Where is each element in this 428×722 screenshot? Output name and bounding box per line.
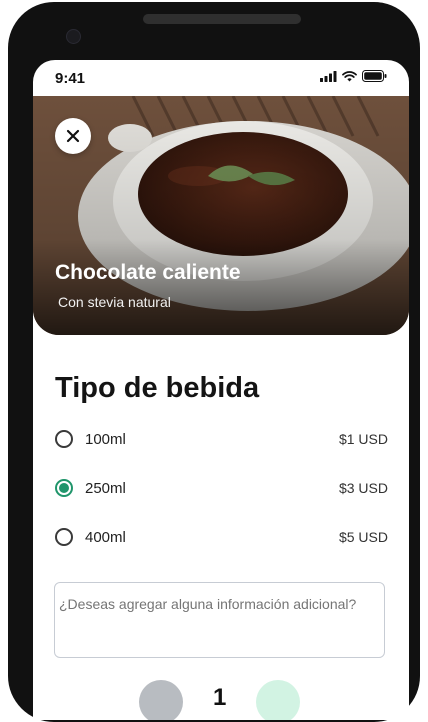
- radio-button[interactable]: [55, 430, 73, 448]
- option-price: $5 USD: [338, 529, 388, 545]
- quantity-decrease-button[interactable]: [139, 680, 183, 720]
- status-time: 9:41: [55, 70, 86, 87]
- section-title: Tipo de bebida: [55, 372, 260, 404]
- option-price: $3 USD: [338, 480, 388, 496]
- app-screen: 9:41 Chocolate caliente Con stevia natur…: [33, 60, 409, 720]
- option-250ml[interactable]: 250ml $3 USD: [55, 475, 388, 501]
- product-title: Chocolate caliente: [55, 261, 241, 284]
- radio-selected-dot: [59, 483, 69, 493]
- close-icon: [66, 129, 80, 143]
- close-button[interactable]: [55, 118, 91, 154]
- product-subtitle: Con stevia natural: [58, 294, 171, 310]
- additional-info-field[interactable]: [54, 582, 385, 658]
- battery-icon: [362, 70, 387, 82]
- option-label: 100ml: [85, 430, 126, 448]
- option-price: $1 USD: [338, 431, 388, 447]
- option-label: 400ml: [85, 528, 126, 546]
- front-camera: [66, 29, 81, 44]
- quantity-increase-button[interactable]: [256, 680, 300, 720]
- radio-button[interactable]: [55, 528, 73, 546]
- status-bar: 9:41: [33, 60, 409, 96]
- phone-frame: 9:41 Chocolate caliente Con stevia natur…: [8, 2, 420, 722]
- quantity-value: 1: [213, 684, 227, 711]
- wifi-icon: [342, 70, 357, 81]
- radio-button-selected[interactable]: [55, 479, 73, 497]
- speaker-grille: [143, 14, 301, 24]
- product-hero-image: Chocolate caliente Con stevia natural: [33, 96, 409, 335]
- option-400ml[interactable]: 400ml $5 USD: [55, 524, 388, 550]
- option-label: 250ml: [85, 479, 126, 497]
- status-icons: [320, 70, 387, 82]
- signal-icon: [320, 70, 337, 82]
- option-100ml[interactable]: 100ml $1 USD: [55, 426, 388, 452]
